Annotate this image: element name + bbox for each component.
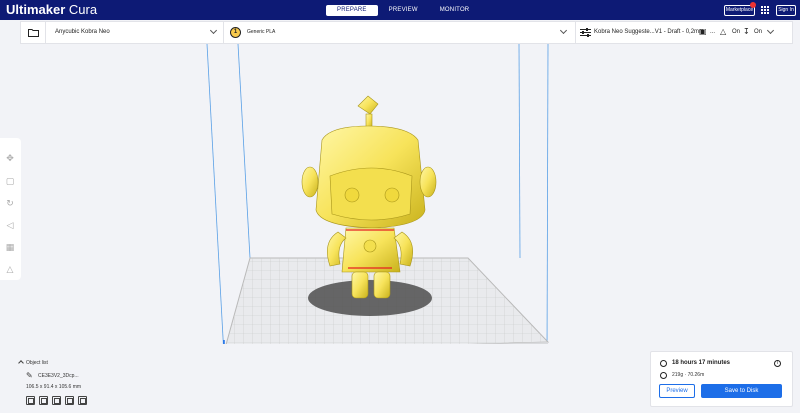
sliders-icon — [580, 28, 591, 37]
tab-preview[interactable]: PREVIEW — [378, 5, 429, 16]
download-icon: ↧ — [743, 27, 750, 36]
support-icon: ▣ — [699, 27, 707, 36]
rotate-icon[interactable]: ↻ — [4, 197, 16, 209]
preview-button[interactable]: Preview — [659, 384, 695, 398]
material-name: Generic PLA — [247, 29, 276, 35]
printer-toolbar: Anycubic Kobra Neo 1 Generic PLA Kobra N… — [20, 21, 793, 44]
printer-name: Anycubic Kobra Neo — [55, 29, 110, 35]
print-time: 18 hours 17 minutes — [672, 360, 731, 366]
profile-summary: Kobra Neo Suggeste...V1 - Draft - 0,2mm — [594, 29, 705, 35]
model-shadow — [308, 280, 432, 316]
scale-icon[interactable]: ▢ — [4, 175, 16, 187]
sign-in-button[interactable]: Sign In — [776, 5, 796, 16]
chevron-down-icon — [209, 26, 218, 35]
support-value: ... — [710, 29, 716, 35]
view-left-icon[interactable] — [65, 396, 74, 405]
material-usage: 219g · 70.26m — [672, 372, 705, 378]
adhesion-value: On — [732, 29, 741, 35]
mirror-icon[interactable]: ◁ — [4, 219, 16, 231]
object-list-panel: Object list ✎ CE3E3V2_3Dcp... 106.5 x 91… — [18, 360, 226, 410]
per-model-settings-icon[interactable]: ▦ — [4, 241, 16, 253]
info-icon[interactable]: i — [774, 360, 781, 367]
tab-monitor[interactable]: MONITOR — [429, 5, 481, 16]
camera-view-buttons — [26, 396, 87, 405]
object-list-header[interactable]: Object list — [26, 360, 48, 366]
clock-icon — [660, 360, 667, 367]
apps-grid-icon[interactable] — [761, 6, 769, 14]
open-file-button[interactable] — [21, 22, 46, 43]
chevron-down-icon — [559, 26, 568, 35]
infill-value: On — [754, 29, 763, 35]
move-icon[interactable]: ✥ — [4, 152, 16, 164]
tab-prepare[interactable]: PREPARE — [326, 5, 378, 16]
object-dimensions: 106.5 x 91.4 x 105.6 mm — [26, 384, 82, 390]
save-to-disk-button[interactable]: Save to Disk — [701, 384, 782, 398]
tool-panel: ✥ ▢ ↻ ◁ ▦ △ — [0, 138, 21, 280]
build-volume-viewport[interactable] — [0, 44, 800, 344]
view-top-icon[interactable] — [52, 396, 61, 405]
notification-badge — [750, 2, 756, 8]
app-header: Ultimaker Cura PREPARE PREVIEW MONITOR M… — [0, 0, 800, 20]
support-blocker-icon[interactable]: △ — [4, 263, 16, 275]
view-3d-icon[interactable] — [26, 396, 35, 405]
print-summary-panel: 18 hours 17 minutes i 219g · 70.26m Prev… — [650, 351, 793, 407]
extruder-badge: 1 — [230, 27, 241, 38]
view-front-icon[interactable] — [39, 396, 48, 405]
app-logo: Ultimaker Cura — [6, 2, 98, 17]
adhesion-icon: △ — [720, 27, 727, 36]
spool-icon — [660, 372, 667, 379]
printer-selector[interactable]: Anycubic Kobra Neo — [46, 22, 224, 43]
chevron-down-icon — [766, 26, 775, 35]
material-selector[interactable]: 1 Generic PLA — [224, 22, 576, 43]
stage-tabs: PREPARE PREVIEW MONITOR — [326, 5, 480, 16]
chevron-up-icon[interactable] — [18, 360, 24, 366]
pencil-icon[interactable]: ✎ — [26, 371, 33, 380]
object-name: CE3E3V2_3Dcp... — [38, 373, 79, 379]
view-right-icon[interactable] — [78, 396, 87, 405]
folder-icon — [28, 29, 39, 37]
